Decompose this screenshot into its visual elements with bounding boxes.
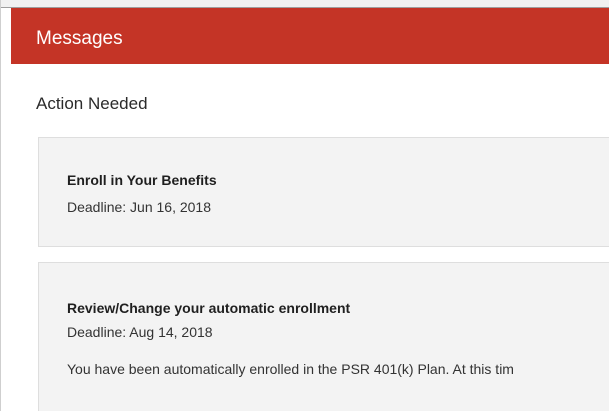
message-card-review[interactable]: Review/Change your automatic enrollment … — [38, 262, 609, 411]
message-description: You have been automatically enrolled in … — [67, 361, 514, 377]
message-deadline: Deadline: Jun 16, 2018 — [67, 199, 211, 215]
header-title: Messages — [36, 28, 123, 49]
section-title: Action Needed — [36, 94, 148, 113]
messages-header: Messages — [11, 8, 609, 64]
message-card-enroll[interactable]: Enroll in Your Benefits Deadline: Jun 16… — [38, 137, 609, 247]
messages-panel: Messages Action Needed Enroll in Your Be… — [0, 0, 609, 411]
top-divider — [1, 0, 609, 8]
message-title[interactable]: Review/Change your automatic enrollment — [67, 299, 350, 317]
message-deadline: Deadline: Aug 14, 2018 — [67, 324, 213, 340]
message-title[interactable]: Enroll in Your Benefits — [67, 171, 217, 189]
